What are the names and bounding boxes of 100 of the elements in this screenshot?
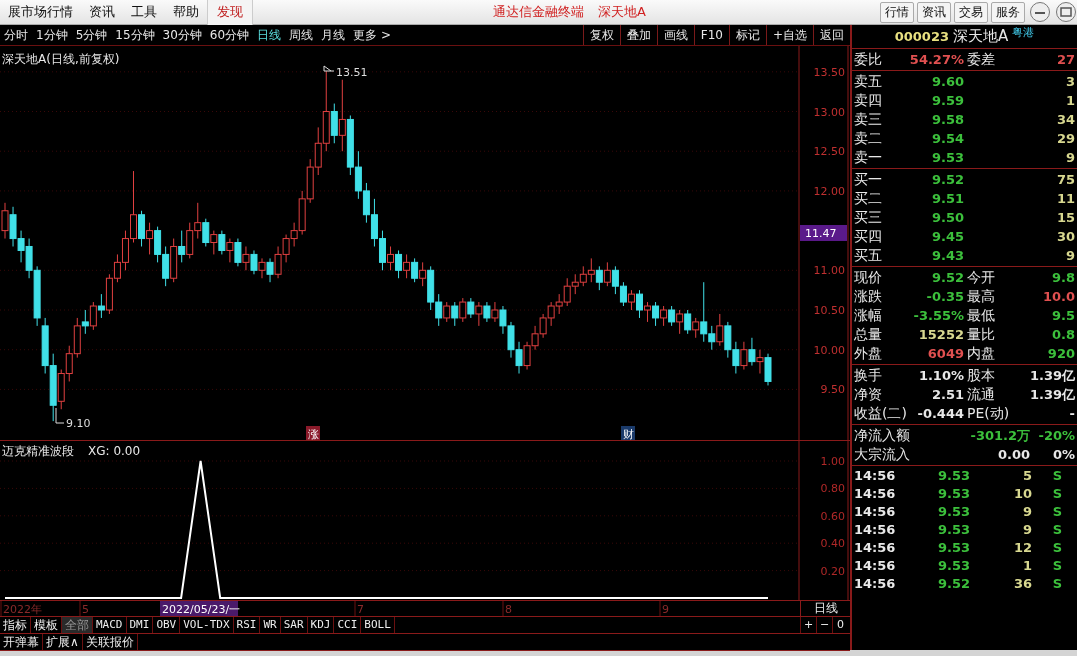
candlestick <box>266 257 274 283</box>
indicator-tab[interactable]: MACD <box>93 617 127 633</box>
chart-tool-button[interactable]: F10 <box>693 25 729 45</box>
quote-label: 最低 <box>966 306 996 325</box>
candlestick <box>242 245 250 271</box>
order-price: 9.51 <box>930 191 964 206</box>
period-tab[interactable]: 60分钟 <box>205 26 254 44</box>
quote-label: 股本 <box>966 366 996 385</box>
menu-item[interactable]: 帮助 <box>165 3 207 21</box>
candlestick <box>330 103 338 144</box>
menu-item[interactable]: 工具 <box>123 3 165 21</box>
indicator-tab[interactable]: RSI <box>233 617 261 633</box>
zoom-button[interactable]: − <box>816 617 832 633</box>
quote-value: 0.8 <box>1051 327 1075 342</box>
candlestick <box>403 253 411 279</box>
menu-item[interactable]: 发现 <box>207 0 253 25</box>
cursor-date-label: 2022/05/23/一 <box>160 601 241 616</box>
period-tab[interactable]: 15分钟 <box>111 26 159 44</box>
quote-label: 今开 <box>966 268 996 287</box>
candlestick <box>603 261 611 287</box>
quote-value: 6049 <box>926 346 964 361</box>
tick-price: 9.53 <box>936 503 970 519</box>
tick-price: 9.53 <box>936 521 970 537</box>
chart-tool-button[interactable]: 画线 <box>656 25 694 45</box>
period-tab[interactable]: 日线 <box>253 26 286 44</box>
toolbar-button[interactable]: 关联报价 <box>82 634 138 650</box>
period-tab[interactable]: 周线 <box>285 26 318 44</box>
candlestick <box>684 309 692 335</box>
tick-price: 9.53 <box>936 539 970 555</box>
axis-label: 0.20 <box>820 564 845 578</box>
indicator-tab[interactable]: KDJ <box>307 617 335 633</box>
candlestick <box>660 305 668 327</box>
price-axis-label: 10.00 <box>813 343 845 357</box>
indicator-tab[interactable]: 指标 <box>0 617 31 633</box>
tick-time: 14:56 <box>853 503 897 519</box>
tick-volume: 12 <box>1012 539 1032 555</box>
chart-tool-button[interactable]: 叠加 <box>619 25 657 45</box>
order-volume: 3 <box>1065 74 1075 89</box>
candlestick <box>692 317 700 339</box>
quote-value: 2.51 <box>930 387 964 402</box>
order-volume: 11 <box>1056 191 1075 206</box>
nav-button[interactable]: 资讯 <box>917 1 951 23</box>
period-tab[interactable]: 更多 > <box>349 26 395 44</box>
date-label: 2022年 <box>3 603 42 616</box>
tick-volume: 9 <box>1021 521 1032 537</box>
indicator-tab[interactable]: SAR <box>280 617 308 633</box>
minimize-icon[interactable] <box>1029 1 1051 23</box>
indicator-tab[interactable]: 全部 <box>62 617 93 633</box>
quote-value: 920 <box>1047 346 1075 361</box>
candlestick <box>467 297 475 319</box>
quote-value: -3.55% <box>912 308 964 323</box>
quote-value: 1.39亿 <box>1029 366 1075 385</box>
period-tab[interactable]: 1分钟 <box>32 26 72 44</box>
nav-button[interactable]: 服务 <box>991 1 1025 23</box>
quote-value: 9.5 <box>1051 308 1075 323</box>
menu-item[interactable]: 资讯 <box>81 3 123 21</box>
period-tab[interactable]: 30分钟 <box>158 26 206 44</box>
zoom-button[interactable]: 0 <box>832 617 848 633</box>
order-price: 9.53 <box>930 150 964 165</box>
chart-tool-button[interactable]: 标记 <box>728 25 766 45</box>
nav-button[interactable]: 行情 <box>880 1 914 23</box>
tick-side: S <box>1051 467 1062 483</box>
tick-time: 14:56 <box>853 575 897 591</box>
menu-item[interactable]: 展市场行情 <box>0 3 81 21</box>
price-axis-label: 12.50 <box>813 145 845 159</box>
zoom-button[interactable]: + <box>800 617 816 633</box>
maximize-icon[interactable] <box>1055 1 1077 23</box>
order-label: 买五 <box>853 246 883 265</box>
candlestick <box>668 305 676 327</box>
candlestick <box>756 349 764 375</box>
indicator-tab[interactable]: CCI <box>334 617 362 633</box>
chart-tool-button[interactable]: +自选 <box>765 25 813 45</box>
tick-price: 9.53 <box>936 485 970 501</box>
tick-side: S <box>1051 557 1062 573</box>
candlestick <box>202 218 210 247</box>
tick-time: 14:56 <box>853 539 897 555</box>
order-label: 买二 <box>853 189 883 208</box>
indicator-tab[interactable]: VOL-TDX <box>180 617 234 633</box>
period-tab[interactable]: 月线 <box>317 26 350 44</box>
tick-side: S <box>1051 575 1062 591</box>
indicator-tab[interactable]: OBV <box>153 617 181 633</box>
candlestick <box>250 249 258 275</box>
nav-button[interactable]: 交易 <box>954 1 988 23</box>
quote-value: -0.35 <box>925 289 964 304</box>
candlestick <box>258 257 266 279</box>
indicator-tab[interactable]: WR <box>260 617 281 633</box>
candlestick <box>443 301 451 323</box>
indicator-tab[interactable]: DMI <box>126 617 154 633</box>
chart-title: 深天地A(日线,前复权) <box>2 52 120 66</box>
chart-tool-button[interactable]: 复权 <box>582 25 620 45</box>
order-price: 9.45 <box>930 229 964 244</box>
toolbar-button[interactable]: 开弹幕 <box>0 634 43 650</box>
toolbar-button[interactable]: 扩展∧ <box>43 634 83 650</box>
indicator-tab[interactable]: BOLL <box>361 617 395 633</box>
current-price-label: 11.47 <box>800 225 847 241</box>
period-tab[interactable]: 分时 <box>0 26 32 44</box>
quote-label: 委比 <box>853 50 883 69</box>
indicator-reading: XG: 0.00 <box>88 444 141 458</box>
period-tab[interactable]: 5分钟 <box>71 26 112 44</box>
order-volume: 1 <box>1065 93 1075 108</box>
